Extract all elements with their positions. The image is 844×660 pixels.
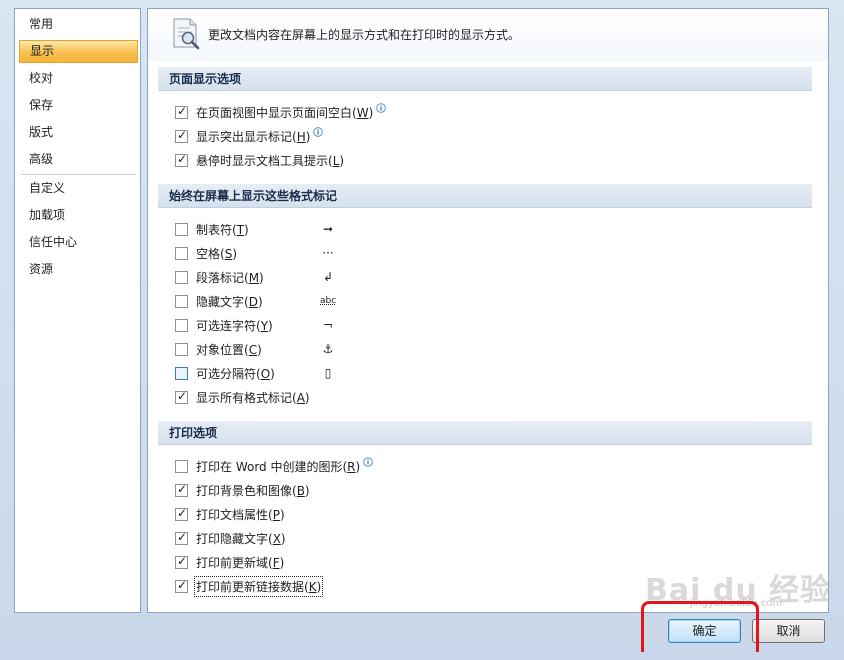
nav-item-display[interactable]: 显示	[19, 40, 138, 63]
nav-item-proofing[interactable]: 校对	[19, 67, 138, 90]
info-icon[interactable]	[376, 103, 387, 113]
option-label: 悬停时显示文档工具提示(L)	[196, 153, 345, 168]
option-label: 打印在 Word 中创建的图形(R)	[196, 459, 361, 474]
checkbox[interactable]	[175, 530, 188, 545]
nav-item-addins[interactable]: 加载项	[19, 204, 138, 227]
checkbox[interactable]	[175, 554, 188, 569]
option-label: 可选分隔符(O)	[196, 366, 275, 381]
option-label: 制表符(T)	[196, 222, 249, 237]
option-print-background[interactable]: 打印背景色和图像(B)	[175, 481, 310, 499]
checkbox[interactable]	[175, 366, 188, 380]
nav-item-trust-center[interactable]: 信任中心	[19, 231, 138, 254]
checkbox[interactable]	[175, 246, 188, 260]
hidden-text-mark-icon: abc	[320, 296, 337, 306]
option-print-properties[interactable]: 打印文档属性(P)	[175, 505, 285, 523]
section-print: 打印选项	[158, 421, 812, 445]
checkbox[interactable]	[175, 270, 188, 284]
option-label: 打印文档属性(P)	[196, 507, 285, 522]
checkbox[interactable]	[175, 318, 188, 332]
nav-item-save[interactable]: 保存	[19, 94, 138, 117]
option-label: 打印前更新链接数据(K)	[193, 575, 324, 597]
option-label: 在页面视图中显示页面间空白(W)	[196, 105, 374, 120]
option-spaces[interactable]: 空格(S)	[175, 244, 237, 262]
space-mark-icon: ···	[322, 246, 334, 260]
taskbar-strip	[0, 652, 844, 660]
option-show-highlighter[interactable]: 显示突出显示标记(H)	[175, 127, 324, 145]
anchor-icon: ⚓	[322, 342, 334, 356]
option-object-anchors[interactable]: 对象位置(C)	[175, 340, 262, 358]
option-update-links[interactable]: 打印前更新链接数据(K)	[175, 575, 324, 597]
optional-break-mark-icon: ▯	[324, 366, 332, 380]
option-show-all-marks[interactable]: 显示所有格式标记(A)	[175, 388, 310, 406]
checkbox[interactable]	[175, 506, 188, 521]
option-print-hidden-text[interactable]: 打印隐藏文字(X)	[175, 529, 286, 547]
checkbox[interactable]	[175, 459, 188, 473]
panel-description: 更改文档内容在屏幕上的显示方式和在打印时的显示方式。	[208, 28, 521, 42]
tab-mark-icon: ➞	[322, 222, 334, 236]
option-label: 对象位置(C)	[196, 342, 262, 357]
word-options-dialog: 常用 显示 校对 保存 版式 高级 自定义 加载项 信任中心 资源 更改文档内容…	[0, 0, 844, 660]
option-update-fields[interactable]: 打印前更新域(F)	[175, 553, 284, 571]
nav-item-resources[interactable]: 资源	[19, 258, 138, 281]
option-label: 打印隐藏文字(X)	[196, 531, 286, 546]
panel-header: 更改文档内容在屏幕上的显示方式和在打印时的显示方式。	[148, 9, 828, 61]
option-paragraph-marks[interactable]: 段落标记(M)	[175, 268, 264, 286]
checkbox[interactable]	[175, 104, 188, 119]
section-format-marks: 始终在屏幕上显示这些格式标记	[158, 184, 812, 208]
option-tab-characters[interactable]: 制表符(T)	[175, 220, 249, 238]
checkbox[interactable]	[175, 482, 188, 497]
section-page-display: 页面显示选项	[158, 67, 812, 91]
nav-item-advanced[interactable]: 高级	[19, 148, 138, 171]
option-print-drawings[interactable]: 打印在 Word 中创建的图形(R)	[175, 457, 373, 475]
option-label: 显示突出显示标记(H)	[196, 129, 311, 144]
options-nav: 常用 显示 校对 保存 版式 高级 自定义 加载项 信任中心 资源	[14, 8, 141, 613]
option-optional-breaks[interactable]: 可选分隔符(O)	[175, 364, 275, 382]
nav-item-typography[interactable]: 版式	[19, 121, 138, 144]
checkbox[interactable]	[175, 152, 188, 167]
option-label: 隐藏文字(D)	[196, 294, 263, 309]
option-label: 显示所有格式标记(A)	[196, 390, 310, 405]
checkbox[interactable]	[175, 128, 188, 143]
nav-separator	[21, 174, 136, 175]
optional-hyphen-mark-icon: ¬	[322, 318, 334, 332]
option-label: 空格(S)	[196, 246, 237, 261]
cancel-button[interactable]: 取消	[752, 619, 825, 643]
paragraph-mark-icon: ↲	[322, 270, 334, 284]
checkbox[interactable]	[175, 222, 188, 236]
option-hidden-text[interactable]: 隐藏文字(D)	[175, 292, 263, 310]
option-label: 打印背景色和图像(B)	[196, 483, 310, 498]
display-options-panel: 更改文档内容在屏幕上的显示方式和在打印时的显示方式。 页面显示选项 在页面视图中…	[147, 8, 829, 613]
nav-item-customize[interactable]: 自定义	[19, 177, 138, 200]
info-icon[interactable]	[313, 127, 324, 137]
option-label: 打印前更新域(F)	[196, 555, 285, 570]
checkbox[interactable]	[175, 294, 188, 308]
option-show-whitespace[interactable]: 在页面视图中显示页面间空白(W)	[175, 103, 387, 121]
nav-item-general[interactable]: 常用	[19, 13, 138, 36]
watermark-url: jingyan.baidu.com	[690, 598, 783, 609]
ok-button[interactable]: 确定	[668, 619, 741, 643]
info-icon[interactable]	[363, 457, 373, 467]
checkbox[interactable]	[175, 389, 188, 404]
checkbox[interactable]	[175, 578, 188, 593]
option-show-tooltips[interactable]: 悬停时显示文档工具提示(L)	[175, 151, 344, 169]
checkbox[interactable]	[175, 342, 188, 356]
option-optional-hyphens[interactable]: 可选连字符(Y)	[175, 316, 273, 334]
option-label: 可选连字符(Y)	[196, 318, 273, 333]
document-magnifier-icon	[173, 18, 200, 50]
option-label: 段落标记(M)	[196, 270, 264, 285]
